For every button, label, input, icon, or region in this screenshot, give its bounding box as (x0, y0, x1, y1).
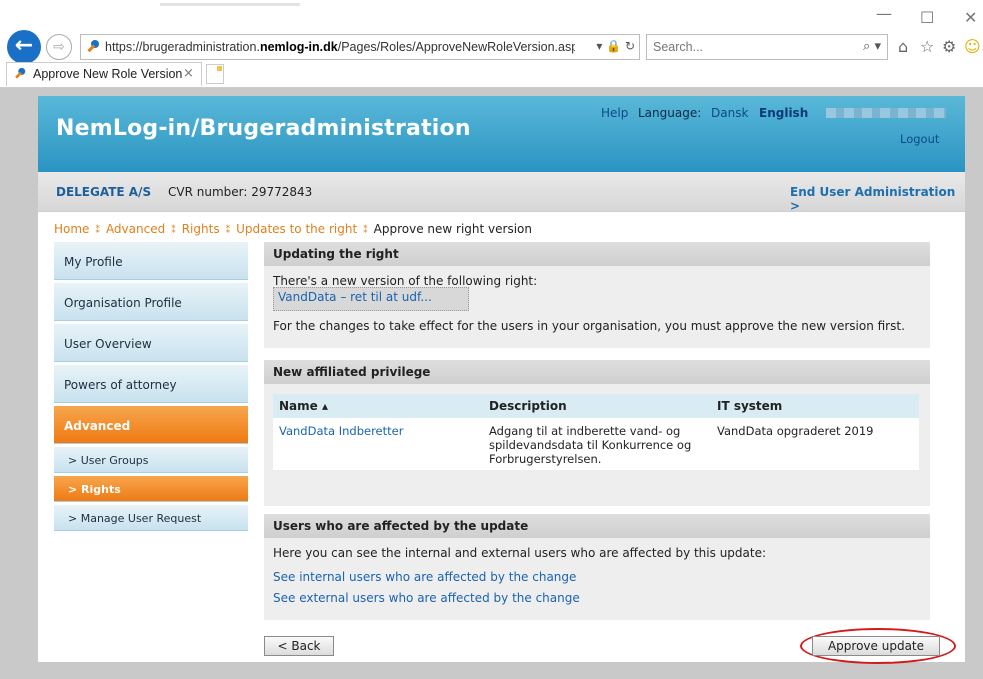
forward-arrow-icon[interactable]: ⇨ (46, 34, 72, 60)
breadcrumb-advanced[interactable]: Advanced (106, 222, 165, 236)
logout-link[interactable]: Logout (900, 132, 939, 146)
minimize-icon[interactable]: — (876, 4, 892, 23)
breadcrumb-rights[interactable]: Rights (182, 222, 220, 236)
browser-tab[interactable]: Approve New Role Version × (6, 62, 202, 86)
new-tab-icon[interactable] (206, 64, 224, 84)
address-bar[interactable]: https://brugeradministration.nemlog-in.d… (80, 34, 640, 60)
internal-users-link[interactable]: See internal users who are affected by t… (273, 570, 576, 584)
affected-intro: Here you can see the internal and extern… (273, 546, 767, 560)
privilege-it-system: VandData opgraderet 2019 (711, 418, 919, 470)
panel-heading: Updating the right (264, 242, 930, 266)
blurred-user-name (826, 108, 946, 118)
tab-title: Approve New Role Version (33, 67, 183, 81)
panel-heading: New affiliated privilege (264, 360, 930, 384)
tab-key-icon (15, 67, 26, 79)
approve-update-button[interactable]: Approve update (812, 636, 940, 656)
blurred-title (160, 3, 300, 6)
updating-intro: There's a new version of the following r… (273, 274, 538, 288)
search-icon[interactable]: ⌕ ▾ (863, 39, 881, 54)
site-key-icon (87, 40, 99, 53)
organisation-name: DELEGATE A/S (56, 185, 152, 199)
panel-heading: Users who are affected by the update (264, 514, 930, 538)
end-user-administration-link[interactable]: End User Administration > (790, 185, 965, 213)
home-icon[interactable]: ⌂ (898, 37, 908, 56)
breadcrumb-separator-icon: ⁑ (171, 226, 176, 236)
breadcrumb-separator-icon: ⁑ (225, 226, 231, 236)
table-row: VandData Indberetter Adgang til at indbe… (273, 418, 919, 470)
sidebar-subitem-user-groups[interactable]: > User Groups (54, 447, 248, 473)
browser-chrome: — ☐ ✕ ← ⇨ https://brugeradministration.n… (0, 0, 983, 88)
search-input[interactable] (653, 39, 843, 55)
tab-close-icon[interactable]: × (183, 66, 194, 81)
column-header-it-system: IT system (711, 394, 919, 418)
privilege-description: Adgang til at indberette vand- og spilde… (483, 418, 711, 470)
language-dansk-link[interactable]: Dansk (711, 106, 748, 120)
web-page: NemLog-in/Brugeradministration Help Lang… (38, 96, 965, 664)
sidebar-subitem-rights[interactable]: > Rights (54, 476, 248, 502)
breadcrumb: Home ⁑ Advanced ⁑ Rights ⁑ Updates to the righ… (54, 222, 532, 236)
breadcrumb-current: Approve new right version (373, 222, 533, 236)
updating-note: For the changes to take effect for the u… (273, 319, 905, 333)
language-label: Language: (638, 106, 702, 120)
affiliated-privilege-panel: New affiliated privilege Name ▴ Descript… (264, 360, 930, 506)
close-icon[interactable]: ✕ (964, 8, 977, 27)
sidebar-subitem-manage-user-request[interactable]: > Manage User Request (54, 505, 248, 531)
breadcrumb-separator-icon: ⁑ (95, 226, 100, 236)
favorites-star-icon[interactable]: ☆ (920, 37, 934, 56)
column-header-name[interactable]: Name ▴ (273, 394, 483, 418)
privilege-table: Name ▴ Description IT system VandData In… (273, 394, 919, 470)
breadcrumb-updates[interactable]: Updates to the right (236, 222, 357, 236)
sidebar-item-organisation-profile[interactable]: Organisation Profile (54, 283, 248, 321)
url-prefix: https://brugeradministration. (105, 40, 260, 54)
organisation-bar: DELEGATE A/S CVR number: 29772843 End Us… (38, 172, 965, 213)
sidebar-item-user-overview[interactable]: User Overview (54, 324, 248, 362)
feedback-smiley-icon[interactable]: ☺ (964, 37, 981, 56)
maximize-icon[interactable]: ☐ (920, 8, 934, 27)
sidebar-item-powers-of-attorney[interactable]: Powers of attorney (54, 365, 248, 403)
address-tools-icon[interactable]: ▾ 🔒 ↻ (596, 39, 635, 53)
url-path: /Pages/Roles/ApproveNewRoleVersion.aspx?… (337, 40, 575, 54)
back-arrow-icon[interactable]: ← (7, 30, 41, 64)
title-strip (0, 0, 983, 10)
gear-icon[interactable]: ⚙ (942, 37, 956, 56)
breadcrumb-separator-icon: ⁑ (363, 226, 368, 236)
search-box[interactable]: ⌕ ▾ (646, 34, 888, 60)
language-english-link[interactable]: English (759, 106, 808, 120)
site-title[interactable]: NemLog-in/Brugeradministration (56, 116, 471, 141)
privilege-name-link[interactable]: VandData Indberetter (273, 418, 483, 470)
site-header: NemLog-in/Brugeradministration Help Lang… (38, 96, 965, 172)
url-domain: nemlog-in.dk (259, 40, 338, 54)
back-button[interactable]: < Back (264, 636, 334, 656)
column-header-description: Description (483, 394, 711, 418)
url-text[interactable]: https://brugeradministration.nemlog-in.d… (105, 40, 575, 54)
updating-right-panel: Updating the right There's a new version… (264, 242, 930, 348)
external-users-link[interactable]: See external users who are affected by t… (273, 591, 580, 605)
sidebar-item-advanced[interactable]: Advanced (54, 406, 248, 444)
sidebar: My Profile Organisation Profile User Ove… (54, 242, 248, 534)
sidebar-item-my-profile[interactable]: My Profile (54, 242, 248, 280)
breadcrumb-home[interactable]: Home (54, 222, 89, 236)
affected-users-panel: Users who are affected by the update Her… (264, 514, 930, 620)
table-header-row: Name ▴ Description IT system (273, 394, 919, 418)
right-link[interactable]: VandData – ret til at udf... (273, 287, 469, 311)
cvr-number: CVR number: 29772843 (168, 185, 313, 199)
help-link[interactable]: Help (601, 106, 628, 120)
